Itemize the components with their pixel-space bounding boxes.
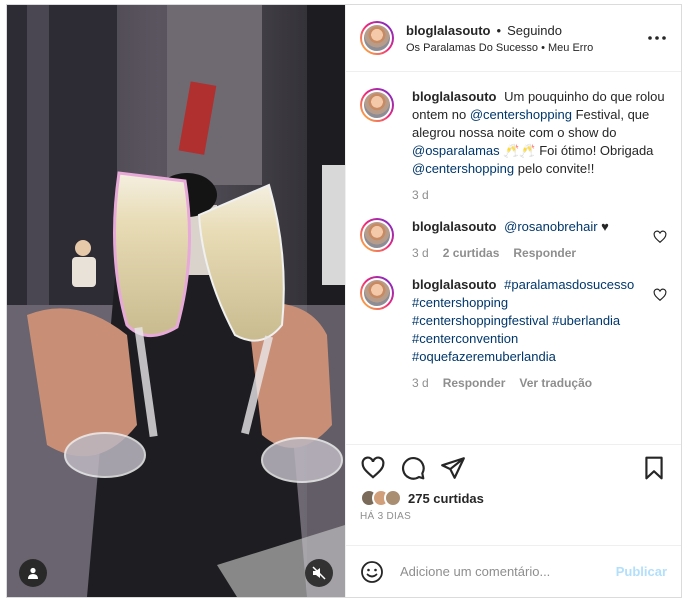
comment-avatar[interactable]: [360, 276, 394, 310]
author-username[interactable]: bloglalasouto: [406, 23, 491, 38]
caption-text: 🥂🥂 Foi ótimo! Obrigada: [503, 143, 654, 158]
user-icon: [28, 567, 38, 579]
comments-list[interactable]: bloglalasouto Um pouquinho do que rolou …: [346, 72, 681, 444]
comment-like-heart-icon[interactable]: [653, 230, 667, 244]
hashtag-link[interactable]: #oquefazeremuberlandia: [412, 349, 556, 364]
add-comment-bar: Publicar: [346, 545, 681, 597]
likes-count[interactable]: 275 curtidas: [408, 491, 484, 506]
caption-username[interactable]: bloglalasouto: [412, 89, 497, 104]
comment-time[interactable]: 3 d: [412, 244, 429, 262]
separator-dot: •: [496, 22, 502, 38]
post-dialog: bloglalasouto • Seguindo Os Paralamas Do…: [6, 4, 682, 598]
mention-link[interactable]: @osparalamas: [412, 143, 500, 158]
audio-track-link[interactable]: Os Paralamas Do Sucesso • Meu Erro: [406, 42, 645, 54]
caption-avatar[interactable]: [360, 88, 394, 122]
mute-button[interactable]: [305, 559, 333, 587]
mention-link[interactable]: @centershopping: [470, 107, 572, 122]
video-frame-image: [7, 5, 345, 597]
liker-avatar: [384, 489, 402, 507]
post-video[interactable]: [7, 5, 345, 597]
caption: bloglalasouto Um pouquinho do que rolou …: [360, 88, 667, 204]
mention-link[interactable]: @rosanobrehair: [504, 219, 597, 234]
comment-item: bloglalasouto #paralamasdosucesso #cente…: [360, 276, 667, 392]
heart-icon[interactable]: [360, 455, 386, 481]
comment-time[interactable]: 3 d: [412, 374, 429, 392]
publish-button[interactable]: Publicar: [616, 564, 667, 579]
hashtag-link[interactable]: #uberlandia: [552, 313, 620, 328]
comment-text: ♥: [601, 219, 609, 234]
audio-muted-icon: [312, 566, 326, 580]
author-avatar[interactable]: [360, 21, 394, 55]
comment-icon[interactable]: [400, 455, 426, 481]
more-options-button[interactable]: [645, 26, 669, 50]
reply-button[interactable]: Responder: [443, 374, 506, 392]
bookmark-icon[interactable]: [641, 455, 667, 481]
hashtag-link[interactable]: #centershoppingfestival: [412, 313, 549, 328]
comment-item: bloglalasouto @rosanobrehair ♥ 3 d 2 cur…: [360, 218, 667, 262]
mention-link[interactable]: @centershopping: [412, 161, 514, 176]
post-actions: 275 curtidas HÁ 3 DIAS: [346, 444, 681, 545]
follow-status-button[interactable]: Seguindo: [507, 23, 562, 38]
hashtag-link[interactable]: #paralamasdosucesso: [504, 277, 634, 292]
emoji-icon[interactable]: [360, 560, 384, 584]
comment-avatar[interactable]: [360, 218, 394, 252]
comment-like-heart-icon[interactable]: [653, 288, 667, 302]
caption-text: pelo convite!!: [517, 161, 595, 176]
send-icon[interactable]: [440, 455, 466, 481]
caption-time[interactable]: 3 d: [412, 186, 429, 204]
reply-button[interactable]: Responder: [513, 244, 576, 262]
comment-input[interactable]: [400, 564, 616, 579]
comment-likes[interactable]: 2 curtidas: [443, 244, 500, 262]
post-header: bloglalasouto • Seguindo Os Paralamas Do…: [346, 5, 681, 72]
comment-username[interactable]: bloglalasouto: [412, 277, 497, 292]
hashtag-link[interactable]: #centerconvention: [412, 331, 518, 346]
post-sidebar: bloglalasouto • Seguindo Os Paralamas Do…: [345, 5, 681, 597]
comment-username[interactable]: bloglalasouto: [412, 219, 497, 234]
tagged-users-button[interactable]: [19, 559, 47, 587]
translate-button[interactable]: Ver tradução: [519, 374, 592, 392]
post-date[interactable]: HÁ 3 DIAS: [360, 511, 667, 522]
more-horizontal-icon: [648, 36, 666, 40]
hashtag-link[interactable]: #centershopping: [412, 295, 508, 310]
